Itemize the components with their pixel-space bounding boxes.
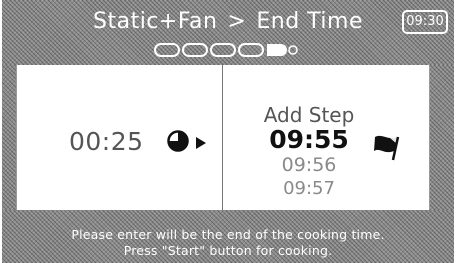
step-add-dot	[288, 45, 298, 55]
timer-icon	[167, 130, 189, 152]
instruction-line-1: Please enter will be the end of the cook…	[71, 227, 385, 242]
mode-name: End Time	[256, 9, 363, 34]
add-step-label[interactable]: Add Step	[249, 103, 369, 127]
title-separator: >	[227, 9, 247, 34]
step-dot-3	[210, 43, 236, 57]
footer-bar: Please enter will be the end of the cook…	[2, 210, 454, 263]
arrow-right-icon	[196, 137, 206, 149]
left-edge	[2, 65, 16, 210]
step-dot-2	[182, 43, 208, 57]
end-time-option[interactable]: 09:56	[249, 154, 369, 176]
step-indicator	[2, 42, 454, 57]
oven-display: Static+Fan>End Time 09:30 00:25 Add St	[2, 0, 454, 263]
end-time-option[interactable]: 09:57	[249, 178, 369, 199]
instruction-line-2: Press "Start" button for cooking.	[123, 243, 333, 258]
step-dot-1	[154, 43, 180, 57]
step-current-icon	[267, 44, 287, 56]
page-title: Static+Fan > End Time	[2, 9, 454, 34]
clock-display: 09:30	[402, 10, 448, 34]
end-time-selected[interactable]: 09:55	[249, 125, 369, 154]
program-name: Static+Fan	[93, 9, 218, 34]
right-edge	[430, 65, 454, 210]
cooking-duration[interactable]: 00:25	[69, 127, 144, 156]
step-dot-4	[238, 43, 264, 57]
header-bar: Static+Fan > End Time 09:30	[2, 0, 454, 65]
panel-divider	[222, 65, 223, 210]
finish-flag-icon	[374, 135, 400, 161]
main-panel: 00:25 Add Step 09:55 09:56 09:57	[16, 65, 430, 210]
